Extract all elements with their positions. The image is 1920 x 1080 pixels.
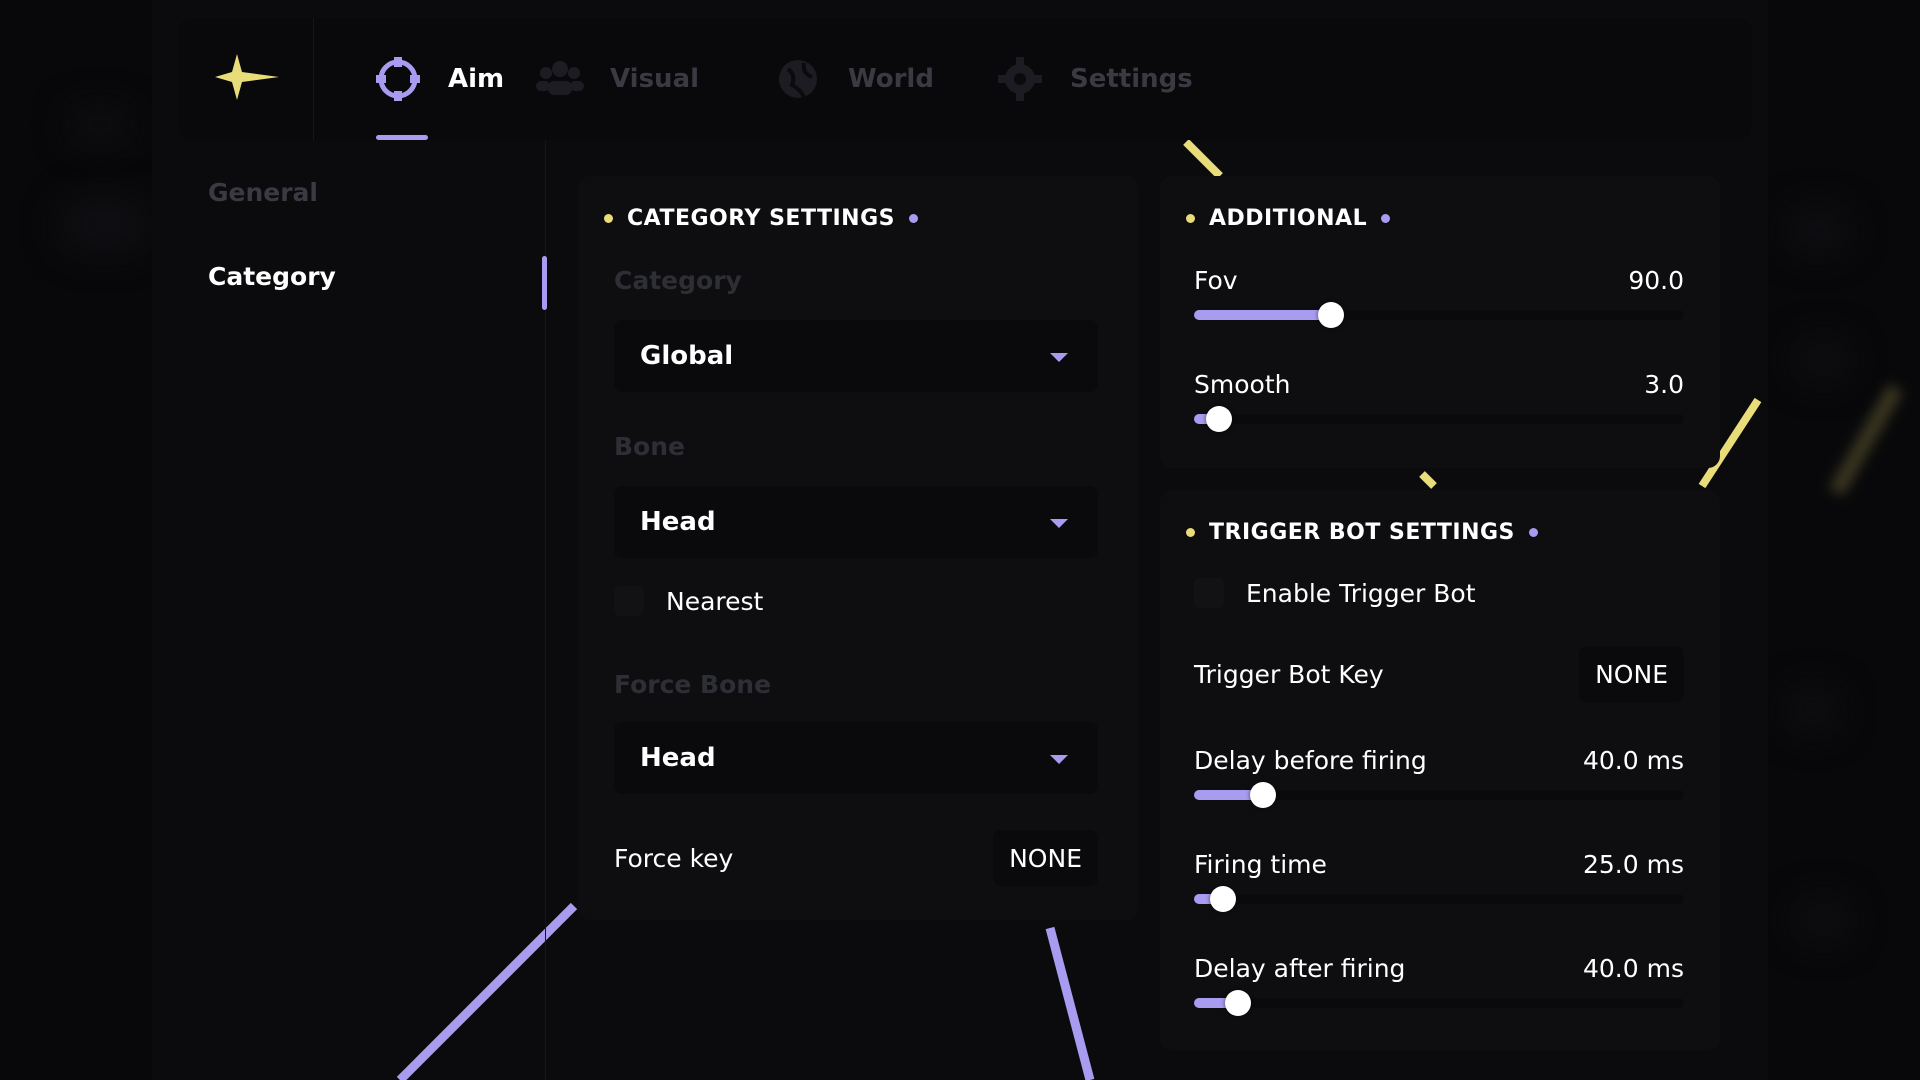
users-icon <box>536 55 584 103</box>
firing-time-slider[interactable]: Firing time 25.0 ms <box>1194 850 1684 930</box>
smooth-slider-track[interactable] <box>1194 406 1684 432</box>
sidebar-item-category[interactable]: Category <box>208 262 336 291</box>
smooth-value: 3.0 <box>1644 370 1684 399</box>
category-dropdown[interactable]: Global <box>614 320 1098 392</box>
category-label: Category <box>614 266 742 295</box>
sidebar-active-indicator <box>542 256 547 310</box>
trigger-bot-panel: TRIGGER BOT SETTINGS Enable Trigger Bot … <box>1160 490 1720 1050</box>
delay-after-firing-handle[interactable] <box>1225 990 1252 1016</box>
smooth-slider[interactable]: Smooth 3.0 <box>1194 370 1684 450</box>
fov-slider-track[interactable] <box>1194 302 1684 328</box>
delay-before-firing-slider[interactable]: Delay before firing 40.0 ms <box>1194 746 1684 826</box>
enable-trigger-bot-row[interactable]: Enable Trigger Bot <box>1194 578 1476 608</box>
additional-title: ADDITIONAL <box>1186 206 1391 231</box>
delay-after-firing-value: 40.0 ms <box>1583 954 1684 983</box>
force-bone-dropdown-value: Head <box>640 743 716 773</box>
firing-time-label: Firing time <box>1194 850 1327 879</box>
category-settings-title-text: CATEGORY SETTINGS <box>627 206 895 231</box>
delay-before-firing-track[interactable] <box>1194 782 1684 808</box>
fov-slider-handle[interactable] <box>1318 302 1345 328</box>
delay-after-firing-slider[interactable]: Delay after firing 40.0 ms <box>1194 954 1684 1034</box>
top-nav-bar: Aim Visual World Settings <box>178 18 1752 140</box>
firing-time-track[interactable] <box>1194 886 1684 912</box>
force-bone-label: Force Bone <box>614 670 772 699</box>
nearest-checkbox[interactable] <box>614 586 644 616</box>
tab-world[interactable]: World <box>774 18 934 140</box>
delay-before-firing-label: Delay before firing <box>1194 746 1427 775</box>
title-dot-left <box>1186 528 1195 537</box>
chevron-down-icon <box>1050 755 1068 764</box>
nearest-checkbox-row[interactable]: Nearest <box>614 586 763 616</box>
category-settings-title: CATEGORY SETTINGS <box>604 206 918 231</box>
category-dropdown-value: Global <box>640 341 734 371</box>
title-dot-right <box>908 214 918 223</box>
force-bone-dropdown[interactable]: Head <box>614 722 1098 794</box>
delay-after-firing-label: Delay after firing <box>1194 954 1406 983</box>
delay-after-firing-track[interactable] <box>1194 990 1684 1016</box>
firing-time-value: 25.0 ms <box>1583 850 1684 879</box>
globe-icon <box>774 55 822 103</box>
chevron-down-icon <box>1050 353 1068 362</box>
smooth-label: Smooth <box>1194 370 1291 399</box>
nearest-label: Nearest <box>666 586 764 616</box>
main-window: Aim Visual World Settings General Catego… <box>152 0 1768 1080</box>
tab-aim-label: Aim <box>448 64 505 94</box>
enable-trigger-bot-checkbox[interactable] <box>1194 578 1224 608</box>
trigger-bot-key-label: Trigger Bot Key <box>1194 659 1384 689</box>
sidebar-item-general[interactable]: General <box>208 178 318 207</box>
chevron-down-icon <box>1050 519 1068 528</box>
backdrop-right <box>1768 0 1920 1080</box>
bone-dropdown-value: Head <box>640 507 716 537</box>
trigger-bot-key-button[interactable]: NONE <box>1579 646 1684 702</box>
backdrop-left <box>0 0 152 1080</box>
firing-time-handle[interactable] <box>1210 886 1237 912</box>
enable-trigger-bot-label: Enable Trigger Bot <box>1246 578 1476 608</box>
force-key-label: Force key <box>614 843 734 873</box>
delay-before-firing-handle[interactable] <box>1249 782 1276 808</box>
trigger-bot-title: TRIGGER BOT SETTINGS <box>1186 520 1538 545</box>
fov-slider-fill <box>1194 310 1332 320</box>
bone-label: Bone <box>614 432 685 461</box>
title-dot-right <box>1528 528 1538 537</box>
fov-label: Fov <box>1194 266 1238 295</box>
fov-slider[interactable]: Fov 90.0 <box>1194 266 1684 346</box>
smooth-slider-handle[interactable] <box>1205 406 1232 432</box>
tab-visual[interactable]: Visual <box>536 18 699 140</box>
tab-settings[interactable]: Settings <box>996 18 1193 140</box>
category-settings-panel: CATEGORY SETTINGS Category Global Bone H… <box>578 176 1138 920</box>
title-dot-left <box>604 214 613 223</box>
trigger-bot-title-text: TRIGGER BOT SETTINGS <box>1209 520 1515 545</box>
tab-aim[interactable]: Aim <box>374 18 504 140</box>
delay-before-firing-value: 40.0 ms <box>1583 746 1684 775</box>
crosshair-icon <box>374 55 422 103</box>
additional-title-text: ADDITIONAL <box>1209 206 1368 231</box>
title-dot-left <box>1186 214 1195 223</box>
tab-visual-label: Visual <box>610 64 700 94</box>
tab-settings-label: Settings <box>1070 64 1193 94</box>
fov-value: 90.0 <box>1628 266 1684 295</box>
tab-world-label: World <box>848 64 934 94</box>
force-key-row: Force key NONE <box>614 830 1098 886</box>
gear-icon <box>996 55 1044 103</box>
force-key-button[interactable]: NONE <box>993 830 1098 886</box>
sidebar: General Category <box>178 140 547 1080</box>
bone-dropdown[interactable]: Head <box>614 486 1098 558</box>
title-dot-right <box>1381 214 1391 223</box>
logo <box>178 18 314 140</box>
additional-panel: ADDITIONAL Fov 90.0 Smooth 3.0 <box>1160 176 1720 468</box>
trigger-bot-key-row: Trigger Bot Key NONE <box>1194 646 1684 702</box>
four-point-star-icon <box>211 52 281 106</box>
